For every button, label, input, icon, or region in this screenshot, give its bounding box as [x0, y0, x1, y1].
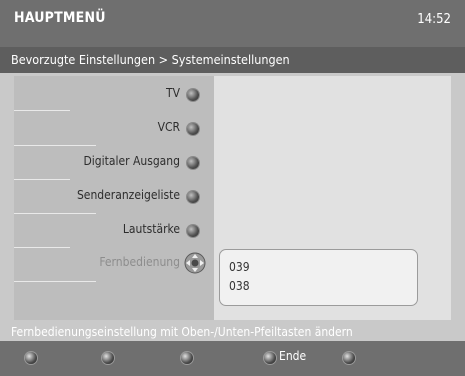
function-key-5-icon[interactable] [343, 352, 355, 364]
select-dot-icon [187, 89, 199, 101]
menu-item-channel-list[interactable]: Senderanzeigeliste [14, 179, 214, 213]
select-dot-icon [187, 191, 199, 203]
dpad-icon [184, 252, 206, 274]
menu-item-remote-control[interactable]: Fernbedienung [14, 246, 214, 280]
menu-item-label: Lautstärke [122, 222, 180, 236]
menu-item-vcr[interactable]: VCR [14, 111, 214, 145]
select-dot-icon [187, 157, 199, 169]
option-item[interactable]: 038 [229, 279, 250, 293]
function-key-3-icon[interactable] [181, 352, 193, 364]
select-dot-icon [187, 123, 199, 135]
menu-item-label: Digitaler Ausgang [83, 154, 180, 168]
menu-item-digital-output[interactable]: Digitaler Ausgang [14, 145, 214, 179]
help-text: Fernbedienungseinstellung mit Oben-/Unte… [11, 325, 353, 339]
menu-item-label: Fernbedienung [99, 255, 180, 269]
settings-menu: TV VCR Digitaler Ausgang Senderanzeigeli… [14, 76, 214, 320]
screen: HAUPTMENÜ 14:52 Bevorzugte Einstellungen… [0, 0, 465, 376]
function-key-1-icon[interactable] [25, 352, 37, 364]
select-dot-icon [187, 225, 199, 237]
function-key-2-icon[interactable] [102, 352, 114, 364]
breadcrumb-bar: Bevorzugte Einstellungen > Systemeinstel… [0, 47, 465, 73]
breadcrumb: Bevorzugte Einstellungen > Systemeinstel… [11, 52, 290, 67]
menu-separator [14, 281, 96, 282]
end-label: Ende [279, 349, 307, 363]
option-item[interactable]: 039 [229, 260, 250, 274]
menu-item-label: VCR [157, 120, 180, 134]
clock: 14:52 [417, 12, 451, 27]
menu-item-label: TV [166, 86, 180, 100]
function-key-4-icon[interactable] [264, 352, 276, 364]
menu-item-tv[interactable]: TV [14, 77, 214, 111]
remote-code-list[interactable]: 039 038 [219, 249, 418, 306]
menu-item-label: Senderanzeigeliste [76, 188, 180, 202]
main-menu-title: HAUPTMENÜ [14, 10, 106, 26]
menu-item-volume[interactable]: Lautstärke [14, 213, 214, 247]
footer-bar [0, 341, 465, 376]
header-bar: HAUPTMENÜ 14:52 [0, 0, 465, 47]
